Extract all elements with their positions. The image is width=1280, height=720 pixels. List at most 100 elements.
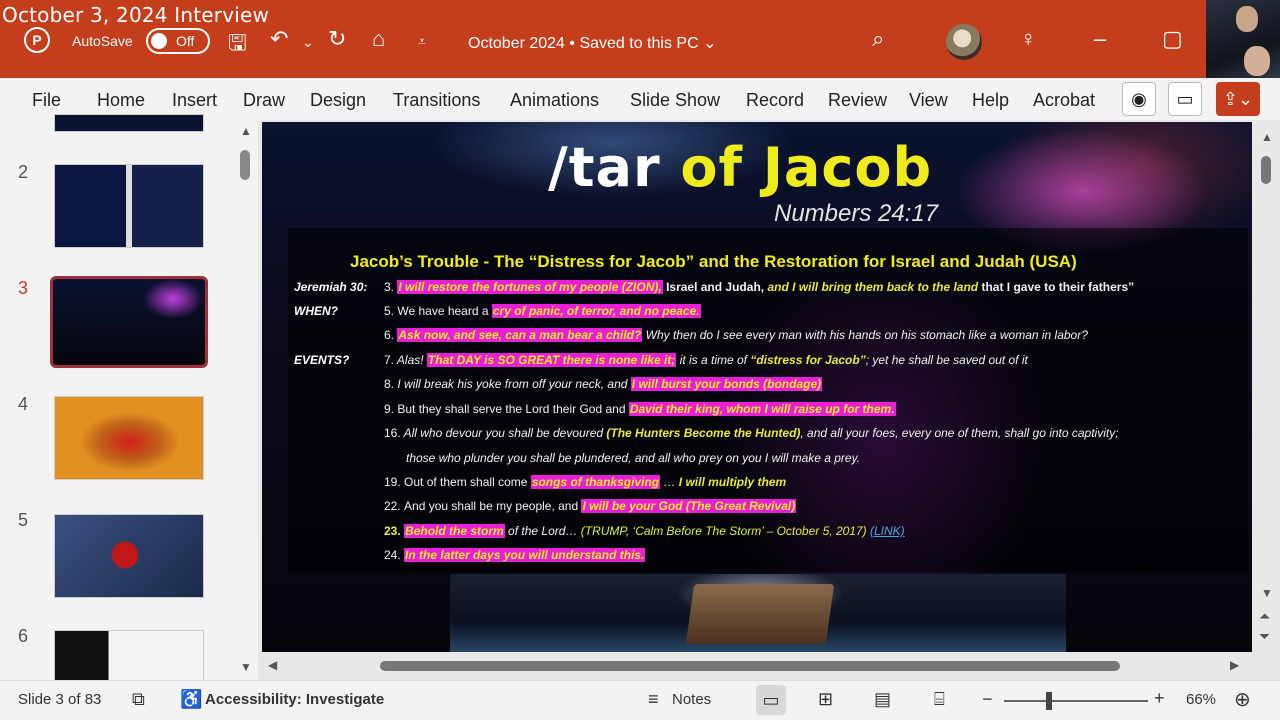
normal-view-icon[interactable]: ▭	[756, 685, 786, 715]
verse-text: I will break his yoke from off your neck…	[397, 377, 631, 391]
next-slide-icon[interactable]: ⏷	[1259, 628, 1270, 645]
toggle-knob	[151, 33, 167, 49]
verse-text: We have heard a	[397, 304, 492, 318]
tab-acrobat[interactable]: Acrobat	[1033, 90, 1095, 111]
maximize-icon[interactable]: ▢	[1162, 26, 1183, 52]
when-label: WHEN?	[294, 304, 338, 318]
spelling-icon[interactable]: ⧉	[132, 689, 145, 710]
status-bar: Slide 3 of 83 ⧉ ♿ Accessibility: Investi…	[0, 680, 1280, 720]
slide-horizontal-scrollbar[interactable]: ◀ ▶	[268, 654, 1248, 676]
tab-draw[interactable]: Draw	[243, 90, 285, 111]
slide-vertical-scrollbar[interactable]: ▲ ▼ ⏶ ⏷	[1258, 124, 1274, 650]
verse-number: 3.	[384, 280, 395, 294]
zoom-in-button[interactable]: +	[1154, 688, 1165, 709]
manger-image	[450, 574, 1066, 652]
manger-crib-shape	[685, 584, 835, 644]
highlight-text: In the latter days you will understand t…	[404, 548, 646, 562]
tab-design[interactable]: Design	[310, 90, 366, 111]
previous-slide-icon[interactable]: ⏶	[1259, 608, 1270, 625]
zoom-level[interactable]: 66%	[1186, 691, 1216, 708]
verse-text: Out of them shall come	[404, 475, 531, 489]
slide-thumbnail-1[interactable]	[54, 114, 204, 132]
webcam-overlay	[1206, 0, 1280, 86]
accessibility-status[interactable]: Accessibility: Investigate	[205, 691, 384, 708]
verse-link[interactable]: (LINK)	[870, 524, 905, 538]
horizontal-scroll-thumb[interactable]	[380, 661, 1120, 671]
emphasis-text: I will multiply them	[678, 475, 787, 489]
autosave-toggle[interactable]: Off	[146, 28, 210, 54]
slide-thumbnail-3[interactable]	[50, 276, 208, 368]
tab-slide-show[interactable]: Slide Show	[630, 90, 720, 111]
tab-view[interactable]: View	[909, 90, 948, 111]
verse-number: 7.	[384, 353, 395, 367]
scroll-down-icon[interactable]: ▼	[240, 660, 252, 674]
verse-text: Alas!	[396, 353, 427, 367]
undo-dropdown-icon[interactable]: ⌄	[302, 34, 314, 51]
fit-to-window-icon[interactable]: ⊕	[1234, 687, 1251, 712]
redo-icon[interactable]: ↻	[328, 26, 346, 52]
tab-review[interactable]: Review	[828, 90, 887, 111]
highlight-text: songs of thanksgiving	[530, 475, 661, 489]
verse-line: 3. I will restore the fortunes of my peo…	[384, 280, 1134, 294]
save-icon[interactable]: 🖫	[228, 26, 247, 64]
tab-record[interactable]: Record	[746, 90, 804, 111]
undo-icon[interactable]: ↶	[270, 26, 288, 52]
tab-home[interactable]: Home	[97, 90, 145, 111]
emphasis-text: (TRUMP, ‘Calm Before The Storm’ – Octobe…	[580, 524, 867, 538]
tab-transitions[interactable]: Transitions	[393, 90, 480, 111]
thumbnail-number: 5	[18, 510, 29, 530]
customize-toolbar-icon[interactable]: ⩡	[418, 33, 426, 50]
minimize-icon[interactable]: –	[1094, 26, 1106, 52]
slide-sorter-icon[interactable]: ⊞	[818, 689, 833, 710]
quick-access-toolbar: P AutoSave Off 🖫 ↶ ⌄ ↻ ⌂ ⩡ October 2024 …	[0, 24, 1200, 62]
tab-insert[interactable]: Insert	[172, 90, 217, 111]
events-label: EVENTS?	[294, 353, 350, 367]
scroll-up-icon[interactable]: ▲	[240, 124, 252, 138]
scroll-right-icon[interactable]: ▶	[1230, 658, 1239, 672]
scroll-left-icon[interactable]: ◀	[268, 658, 277, 672]
verse-row-9: 9. But they shall serve the Lord their G…	[384, 402, 896, 416]
record-button[interactable]: ◉	[1122, 82, 1156, 116]
tab-file[interactable]: File	[32, 90, 61, 111]
comments-button[interactable]: ▭	[1168, 82, 1202, 116]
verse-number: 6.	[384, 328, 395, 342]
scroll-down-icon[interactable]: ▼	[1261, 586, 1273, 600]
powerpoint-icon: P	[24, 27, 50, 53]
thumbnails-scroll-thumb[interactable]	[240, 150, 250, 180]
tab-help[interactable]: Help	[972, 90, 1009, 111]
notes-button[interactable]: Notes	[672, 691, 711, 708]
share-button[interactable]: ⇪⌄	[1216, 82, 1260, 116]
reading-view-icon[interactable]: ▤	[874, 689, 891, 710]
tab-animations[interactable]: Animations	[510, 90, 599, 111]
verse-row-16: 16. All who devour you shall be devoured…	[384, 426, 1119, 440]
slide-thumbnail-2[interactable]	[54, 164, 204, 248]
emphasis-text: (The Hunters Become the Hunted)	[606, 426, 801, 440]
verse-text: All who devour you shall be devoured	[403, 426, 607, 440]
document-title[interactable]: October 2024 • Saved to this PC ⌄	[468, 33, 716, 53]
thumbnails-scrollbar[interactable]: ▲ ▼	[238, 120, 252, 680]
present-icon[interactable]: ⌂	[372, 26, 385, 52]
verse-row-8: 8. I will break his yoke from off your n…	[384, 377, 823, 391]
slide-thumbnail-4[interactable]	[54, 396, 204, 480]
verse-line: 7. Alas! That DAY is SO GREAT there is n…	[384, 353, 1028, 367]
current-slide[interactable]: /tar of Jacob Numbers 24:17 Jacob’s Trou…	[262, 122, 1252, 652]
verse-row-24: 24. In the latter days you will understa…	[384, 548, 646, 562]
slide-thumbnail-5[interactable]	[54, 514, 204, 598]
notes-icon[interactable]: ≡	[648, 689, 659, 710]
accessibility-icon[interactable]: ♿	[180, 689, 202, 710]
highlight-text: David their king, whom I will raise up f…	[628, 402, 896, 416]
zoom-slider-thumb[interactable]	[1046, 692, 1052, 710]
vertical-scroll-thumb[interactable]	[1261, 156, 1271, 184]
highlight-text: That DAY is SO GREAT there is none like …	[426, 353, 677, 367]
user-avatar[interactable]	[946, 24, 982, 60]
scroll-up-icon[interactable]: ▲	[1261, 130, 1273, 144]
title-bar: October 3, 2024 Interview P AutoSave Off…	[0, 0, 1280, 78]
lightbulb-icon[interactable]: ♀	[1020, 26, 1037, 52]
highlight-text: I will restore the fortunes of my people…	[397, 280, 663, 294]
search-icon[interactable]: ⌕	[872, 26, 884, 52]
zoom-slider-track[interactable]	[1004, 700, 1148, 702]
zoom-out-button[interactable]: −	[982, 689, 993, 710]
slide-show-icon[interactable]: ⌸	[934, 689, 945, 710]
autosave-state: Off	[176, 33, 195, 49]
emphasis-text: “distress for Jacob”	[750, 353, 866, 367]
